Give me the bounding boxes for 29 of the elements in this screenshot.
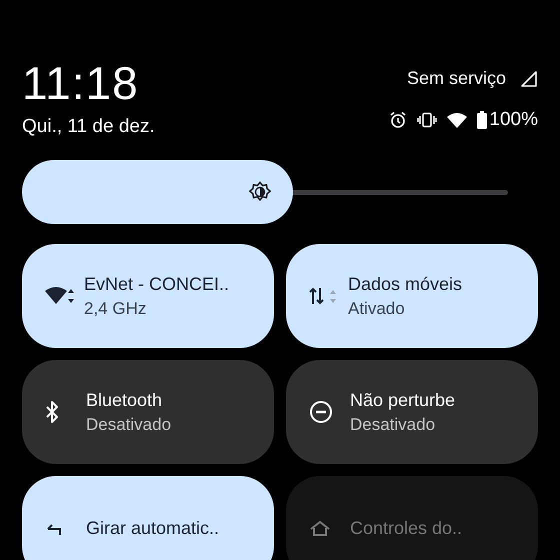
home-icon (310, 520, 330, 536)
quick-settings-tile[interactable]: Bluetooth Desativado (22, 360, 274, 464)
tile-title: Controles do.. (350, 518, 462, 538)
quick-settings-tile[interactable]: Não perturbe Desativado (286, 360, 538, 464)
date-text: Qui., 11 de dez. (22, 116, 155, 138)
tile-title: Dados móveis (348, 274, 462, 294)
tile-status: 2,4 GHz (84, 298, 148, 318)
tile-title: Bluetooth (86, 390, 164, 410)
vibrate-icon (417, 112, 438, 128)
wifi-status-icon (447, 112, 468, 128)
quick-settings-tile[interactable]: Controles do.. (286, 476, 538, 560)
tile-title: EvNet - CONCEI.. (84, 274, 230, 294)
bluetooth-icon (46, 401, 58, 423)
battery-percent: 100% (489, 109, 538, 131)
tile-title: Não perturbe (350, 390, 456, 410)
battery-icon (477, 111, 488, 129)
tile-status: Desativado (86, 414, 172, 434)
clock-time: 11:18 (22, 58, 140, 108)
quick-settings-tile[interactable]: EvNet - CONCEI.. 2,4 GHz (22, 244, 274, 348)
quick-settings-tile[interactable]: Girar automatic.. (22, 476, 274, 560)
tile-status: Desativado (350, 414, 436, 434)
minus-circle-icon (310, 401, 332, 423)
carrier-text: Sem serviço (406, 68, 506, 89)
quick-settings-tile[interactable]: Dados móveis Ativado (286, 244, 538, 348)
signal-icon (520, 70, 538, 86)
brightness-icon (248, 181, 271, 203)
tile-status: Ativado (348, 298, 406, 318)
alarm-icon (389, 111, 408, 129)
tile-title: Girar automatic.. (86, 518, 220, 538)
